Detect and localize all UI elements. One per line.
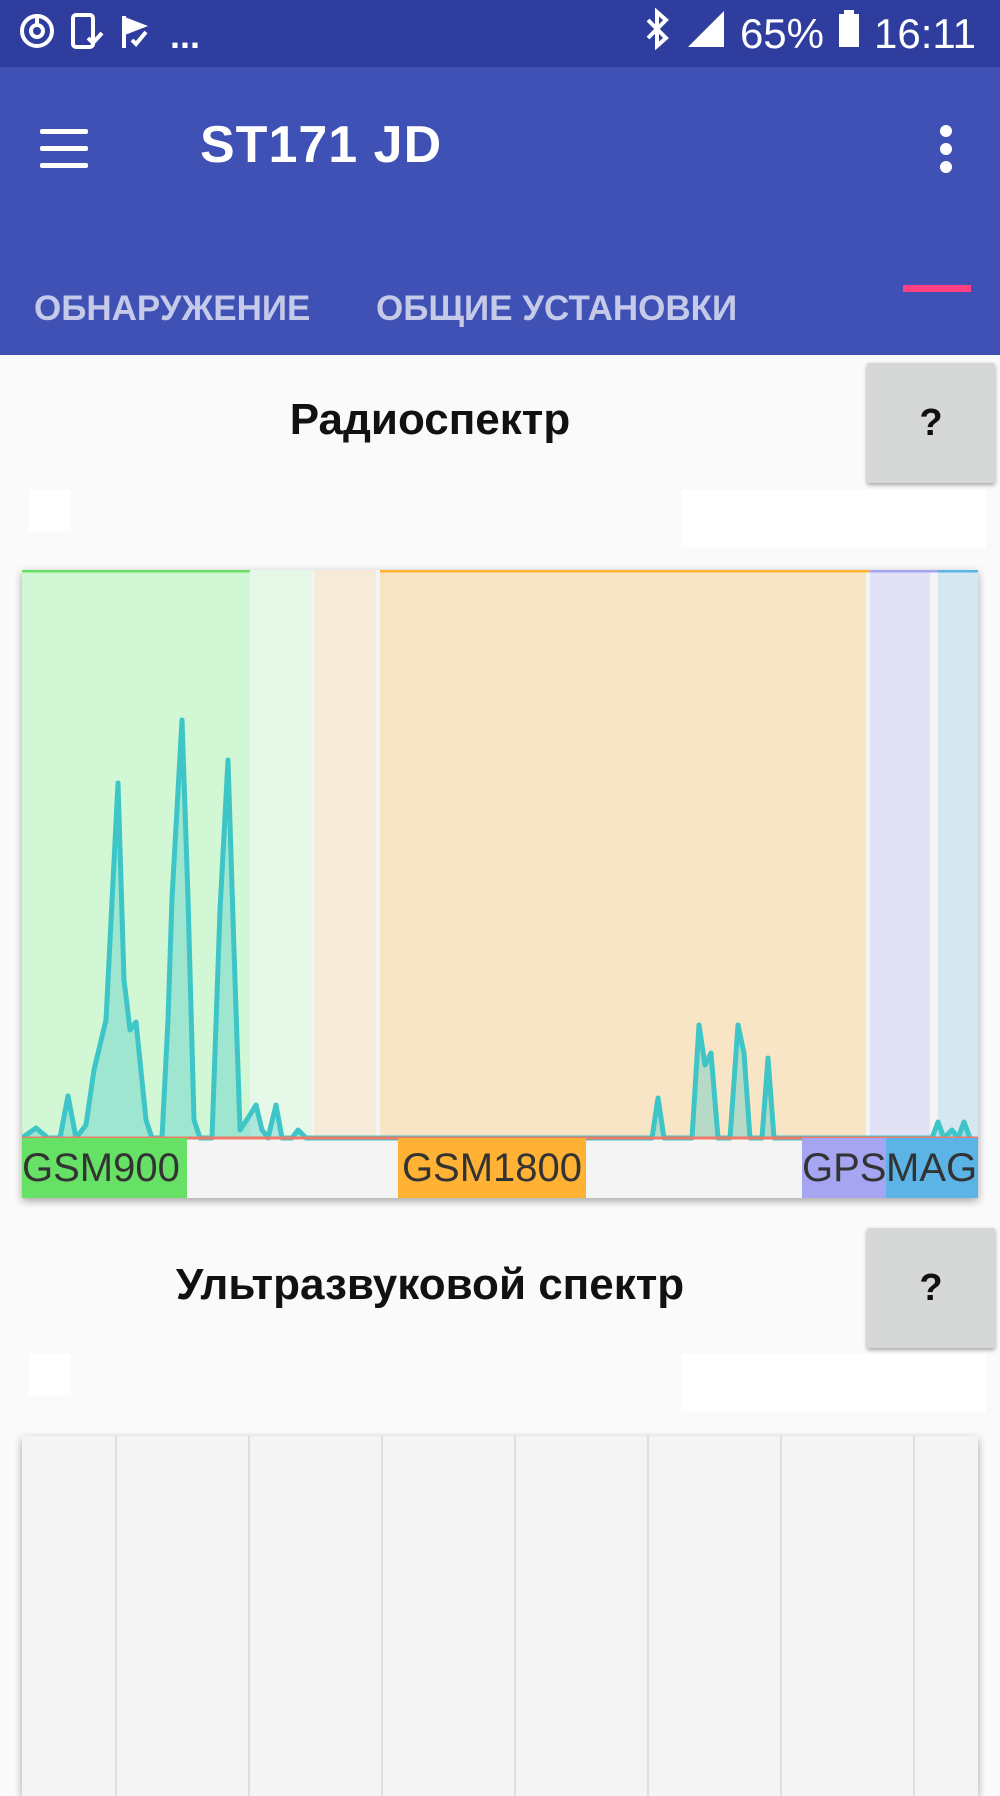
band-label-gsm1800: GSM1800	[398, 1138, 586, 1198]
grid-line	[381, 1436, 383, 1796]
bluetooth-icon	[644, 7, 672, 60]
band-region-mag	[938, 570, 978, 1138]
hamburger-menu-icon[interactable]	[34, 119, 94, 179]
tab-bar: ОБНАРУЖЕНИЕ ОБЩИЕ УСТАНОВКИ	[0, 262, 1000, 355]
band-label-gsm900: GSM900	[22, 1138, 187, 1198]
band-region-gsm1800	[380, 570, 866, 1138]
grid-line	[115, 1436, 117, 1796]
radio-indicator-box	[29, 490, 71, 532]
notification-more: ...	[170, 14, 201, 56]
ultrasound-value-box	[681, 1354, 986, 1412]
radio-help-button[interactable]: ?	[867, 363, 995, 483]
battery-icon	[838, 10, 860, 58]
ultrasound-help-button[interactable]: ?	[867, 1228, 995, 1348]
grid-line	[780, 1436, 782, 1796]
radio-value-box	[681, 490, 986, 548]
tab-detection[interactable]: ОБНАРУЖЕНИЕ	[34, 262, 310, 355]
tab-general-settings[interactable]: ОБЩИЕ УСТАНОВКИ	[376, 262, 737, 355]
ultrasound-indicator-box	[29, 1354, 71, 1396]
flag-check-icon	[118, 12, 156, 59]
app-bar: ST171 JD ОБНАРУЖЕНИЕ ОБЩИЕ УСТАНОВКИ	[0, 67, 1000, 355]
grid-line	[647, 1436, 649, 1796]
grid-line	[248, 1436, 250, 1796]
app-title: ST171 JD	[200, 116, 443, 174]
band-region-gap	[314, 570, 376, 1138]
radio-spectrum-plot	[22, 570, 978, 1141]
status-bar: ... 65% 16:11	[0, 0, 1000, 67]
band-region-gsm900-upper	[250, 570, 312, 1138]
grid-line	[514, 1436, 516, 1796]
grid-line	[913, 1436, 915, 1796]
radio-spectrum-title: Радиоспектр	[289, 395, 571, 444]
phone-check-icon	[70, 12, 104, 59]
band-region-gps	[870, 570, 930, 1138]
band-label-mag: MAG	[886, 1138, 978, 1198]
status-right: 65% 16:11	[644, 7, 976, 60]
ultrasound-spectrum-chart	[22, 1436, 978, 1796]
ultrasound-spectrum-title: Ультразвуковой спектр	[175, 1260, 685, 1309]
battery-percent: 65%	[739, 10, 824, 57]
band-label-gps: GPS	[802, 1138, 886, 1198]
radio-spectrum-chart: GSM900 GSM1800 GPS MAG	[22, 570, 978, 1198]
tab-indicator	[903, 285, 971, 292]
clock: 16:11	[874, 10, 976, 57]
sync-icon	[18, 12, 56, 59]
more-vert-icon[interactable]	[930, 119, 960, 179]
status-left-icons: ...	[18, 12, 200, 59]
signal-icon	[686, 9, 726, 59]
